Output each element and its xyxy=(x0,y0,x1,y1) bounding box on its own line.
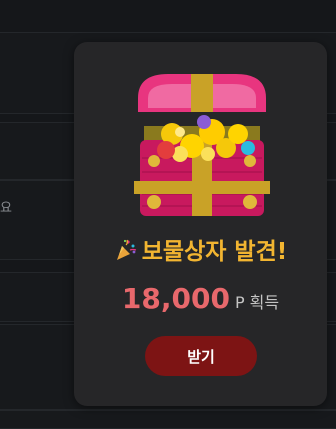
reward-amount: 18,000 xyxy=(121,282,230,315)
background-list-item xyxy=(0,410,336,429)
reward-unit: P 획득 xyxy=(234,293,280,312)
treasure-reward-modal: 보물상자 발견! 18,000 P 획득 받기 xyxy=(74,42,327,406)
claim-button[interactable]: 받기 xyxy=(145,336,257,376)
treasure-chest-icon xyxy=(134,74,270,216)
background-text: 요 xyxy=(0,201,12,216)
reward-row: 18,000 P 획득 xyxy=(74,282,327,315)
modal-title-row: 보물상자 발견! xyxy=(74,232,327,266)
party-popper-icon xyxy=(116,239,136,260)
modal-title: 보물상자 발견! xyxy=(141,239,288,265)
